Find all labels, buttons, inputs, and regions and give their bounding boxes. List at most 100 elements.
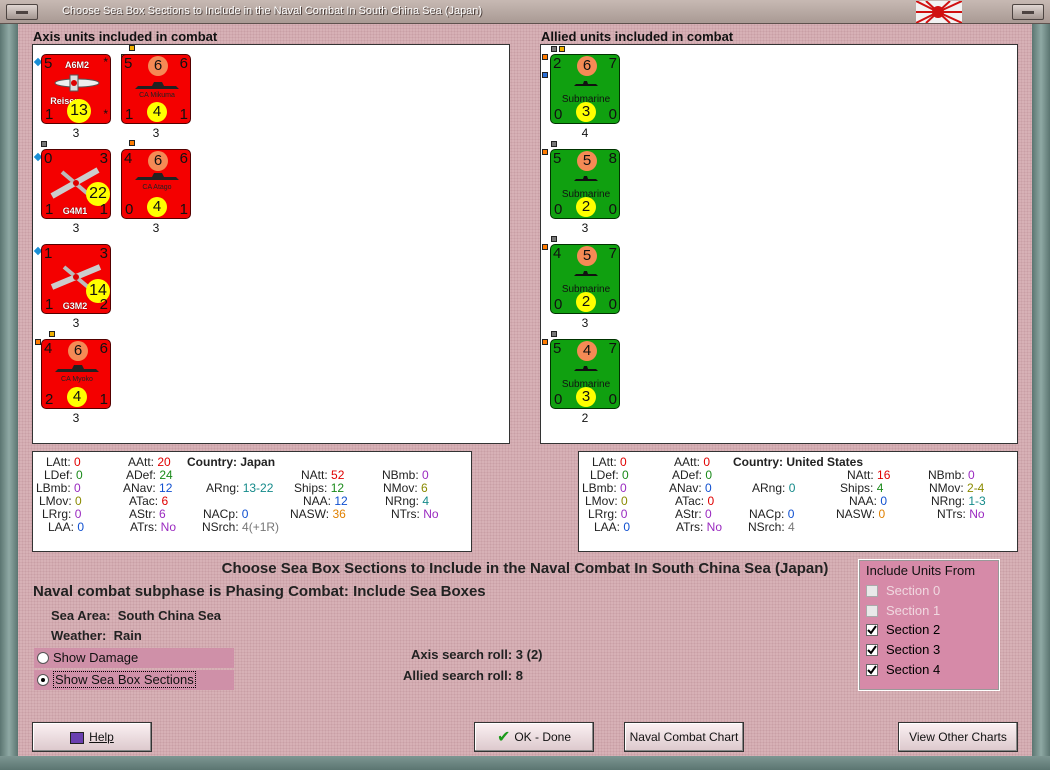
stat-nsrch: NSrch: 4(+1R) xyxy=(202,520,280,534)
counter-value-disc: 13 xyxy=(67,99,91,123)
naval-combat-chart-button[interactable]: Naval Combat Chart xyxy=(624,722,744,752)
include-units-title: Include Units From xyxy=(866,563,976,578)
stat-arng: ARng: 13-22 xyxy=(206,481,274,495)
other-charts-label: View Other Charts xyxy=(909,730,1007,744)
counter-stat: 0 xyxy=(554,296,563,313)
unit-counter-ca-myoko[interactable]: 4 6 6 CA Myoko 2 4 1 xyxy=(41,339,111,409)
ok-done-button[interactable]: ✔ OK - Done xyxy=(474,722,594,752)
close-button[interactable] xyxy=(1012,4,1044,20)
unit-marker-icon xyxy=(41,141,47,147)
counter-stat: 0 xyxy=(608,296,617,313)
unit-counter-submarine[interactable]: 2 6 7 Submarine 0 3 0 xyxy=(550,54,620,124)
counter-stat: 6 xyxy=(179,150,188,167)
stat-atac: ATac: 6 xyxy=(129,494,169,508)
stat-lrrg: LRrg: 0 xyxy=(42,507,82,521)
stat-nbmb: NBmb: 0 xyxy=(382,468,429,482)
unit-counter-submarine[interactable]: 5 5 8 Submarine 0 2 0 xyxy=(550,149,620,219)
stat-ships: Ships: 12 xyxy=(294,481,345,495)
stat-lrrg: LRrg: 0 xyxy=(588,507,628,521)
show-damage-option[interactable]: Show Damage xyxy=(34,648,234,668)
axis-units-panel[interactable]: 5 A6M2 * Reisen 13 1 * 3 5 6 6 CA Mikuma… xyxy=(32,44,510,444)
counter-stat: 1 xyxy=(179,201,188,218)
counter-name: A6M2 xyxy=(64,60,89,70)
stat-nrng: NRng: 4 xyxy=(385,494,430,508)
counter-stat: 0 xyxy=(608,391,617,408)
radio-icon[interactable] xyxy=(37,674,49,686)
allied-heading: Allied units included in combat xyxy=(541,29,734,44)
weather-info: Weather: Rain xyxy=(51,628,142,643)
counter-stat: 4 xyxy=(553,245,562,262)
unit-marker-icon xyxy=(542,244,548,250)
unit-counter-ca-atago[interactable]: 4 6 6 CA Atago 0 4 1 xyxy=(121,149,191,219)
asterisk-icon: * xyxy=(103,55,108,69)
checkbox-icon[interactable] xyxy=(866,585,878,597)
counter-stat: 0 xyxy=(125,201,134,218)
counter-value-disc: 3 xyxy=(576,387,596,407)
stat-nsrch: NSrch: 4 xyxy=(748,520,795,534)
minimize-button[interactable] xyxy=(6,4,38,20)
sea-area-info: Sea Area: South China Sea xyxy=(51,608,222,623)
allied-search-roll: Allied search roll: 8 xyxy=(403,668,523,683)
counter-count: 3 xyxy=(581,221,589,235)
view-other-charts-button[interactable]: View Other Charts xyxy=(898,722,1018,752)
show-sections-option[interactable]: Show Sea Box Sections xyxy=(34,670,234,690)
radio-icon[interactable] xyxy=(37,652,49,664)
unit-counter-a6m2[interactable]: 5 A6M2 * Reisen 13 1 * xyxy=(41,54,111,124)
allied-country: Country: United States xyxy=(733,455,864,469)
unit-marker-icon xyxy=(559,46,565,52)
allied-units-panel[interactable]: 2 6 7 Submarine 0 3 0 4 5 5 8 Submarine … xyxy=(540,44,1018,444)
counter-count: 4 xyxy=(581,126,589,140)
counter-value-disc: 2 xyxy=(576,292,596,312)
stat-laa: LAA: 0 xyxy=(48,520,85,534)
counter-stat: 8 xyxy=(608,150,617,167)
counter-stat: 7 xyxy=(608,245,617,262)
stat-naa: NAA: 12 xyxy=(303,494,348,508)
frame-left xyxy=(0,24,18,770)
axis-country: Country: Japan xyxy=(187,455,276,469)
counter-stat: 2 xyxy=(99,296,108,313)
counter-value-disc: 2 xyxy=(576,197,596,217)
stat-anav: ANav: 0 xyxy=(669,481,712,495)
submarine-icon xyxy=(574,81,598,86)
frame-right xyxy=(1032,24,1050,770)
stat-nbmb: NBmb: 0 xyxy=(928,468,975,482)
stat-nrng: NRng: 1-3 xyxy=(931,494,986,508)
counter-stat: 7 xyxy=(608,55,617,72)
stat-latt: LAtt: 0 xyxy=(592,455,627,469)
counter-count: 3 xyxy=(152,126,160,140)
unit-counter-ca-mikuma[interactable]: 5 6 6 CA Mikuma 1 4 1 xyxy=(121,54,191,124)
counter-count: 3 xyxy=(72,316,80,330)
checkmark-icon[interactable] xyxy=(866,664,878,676)
warship-icon xyxy=(135,82,179,89)
stat-lbmb: LBmb: 0 xyxy=(582,481,627,495)
counter-stat: 4 xyxy=(44,340,53,357)
stat-lbmb: LBmb: 0 xyxy=(36,481,81,495)
stat-adef: ADef: 0 xyxy=(672,468,713,482)
stat-lmov: LMov: 0 xyxy=(39,494,82,508)
stat-aatt: AAtt: 20 xyxy=(128,455,171,469)
unit-counter-submarine[interactable]: 4 5 7 Submarine 0 2 0 xyxy=(550,244,620,314)
stat-nmov: NMov: 6 xyxy=(383,481,428,495)
warship-icon xyxy=(135,173,179,180)
unit-counter-submarine[interactable]: 5 4 7 Submarine 0 3 0 xyxy=(550,339,620,409)
checkmark-icon: ✔ xyxy=(496,728,511,746)
checkbox-icon[interactable] xyxy=(866,605,878,617)
unit-counter-g3m2[interactable]: 1 3 14 G3M2 1 2 xyxy=(41,244,111,314)
unit-counter-g4m1[interactable]: 0 3 22 G4M1 1 1 xyxy=(41,149,111,219)
unit-marker-icon xyxy=(542,149,548,155)
checkmark-icon[interactable] xyxy=(866,644,878,656)
checkmark-icon[interactable] xyxy=(866,624,878,636)
asterisk-icon: * xyxy=(103,107,108,121)
ok-label: OK - Done xyxy=(514,730,572,744)
counter-stat: 5 xyxy=(553,340,562,357)
stat-ldef: LDef: 0 xyxy=(44,468,83,482)
stat-ships: Ships: 4 xyxy=(840,481,884,495)
counter-stat: 2 xyxy=(45,391,54,408)
help-button[interactable]: Help xyxy=(32,722,152,752)
stat-atrs: ATrs: No xyxy=(676,520,723,534)
counter-stat: 1 xyxy=(45,296,54,313)
include-units-group: Include Units From Section 0 Section 1 S… xyxy=(858,559,1000,691)
counter-stat: 2 xyxy=(553,55,562,72)
counter-value-disc: 5 xyxy=(577,246,597,266)
fighter-plane-icon xyxy=(54,74,100,92)
